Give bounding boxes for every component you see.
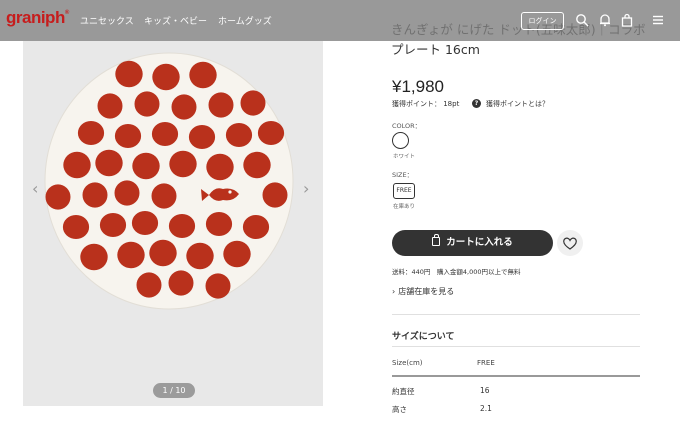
size-row-label: 高さ <box>392 405 407 414</box>
color-swatch-white[interactable] <box>392 132 409 149</box>
plate-dot <box>114 124 142 148</box>
store-stock-link[interactable]: › 店舗在庫を見る <box>392 286 454 297</box>
login-button[interactable]: ログイン <box>521 12 564 30</box>
plate-dot <box>171 94 197 120</box>
color-name: ホワイト <box>393 154 416 160</box>
plate-dot <box>95 149 123 177</box>
plate-dot <box>223 240 251 268</box>
plate-dot <box>62 215 90 239</box>
plate-dot <box>225 123 253 147</box>
plate-dot <box>149 239 177 267</box>
plate-dot <box>151 122 179 146</box>
add-to-cart-button[interactable]: カートに入れる <box>392 230 553 256</box>
add-to-cart-label: カートに入れる <box>446 237 513 248</box>
plate-dot <box>80 243 108 271</box>
plate-dot <box>45 184 71 210</box>
plate-dot <box>114 180 140 206</box>
plate-dot <box>208 92 234 118</box>
plate-dot <box>206 153 234 181</box>
nav-home-goods[interactable]: ホームグッズ <box>218 14 272 27</box>
size-column-header: Size(cm) <box>392 359 423 367</box>
next-image-arrow[interactable]: › <box>303 179 309 198</box>
nav-kids-baby[interactable]: キッズ・ベビー <box>144 14 207 27</box>
plate-dot <box>205 212 233 236</box>
plate-dot <box>243 151 271 179</box>
plate-dot <box>99 213 127 237</box>
divider <box>392 346 640 347</box>
size-row-value: 16 <box>480 386 490 395</box>
size-label: SIZE： <box>392 171 414 179</box>
plate-dot <box>117 241 145 269</box>
stock-status: 在庫あり <box>393 204 416 210</box>
size-row-value: 2.1 <box>480 404 492 413</box>
heart-icon <box>563 237 577 250</box>
plate-dot <box>132 152 160 180</box>
plate-dot <box>115 60 143 88</box>
favorite-button[interactable] <box>557 230 583 256</box>
product-gallery: ‹ › 1 / 10 <box>23 41 323 406</box>
help-icon[interactable]: ? <box>472 99 481 108</box>
table-rule <box>392 375 640 377</box>
plate-dot <box>169 150 197 178</box>
shipping-info: 送料：440円 購入金額4,000円以上で無料 <box>392 268 521 276</box>
plate-dot <box>205 273 231 299</box>
search-icon[interactable] <box>575 13 589 27</box>
size-option-free[interactable]: FREE <box>393 183 415 199</box>
plate-dot <box>257 121 285 145</box>
plate-dot <box>240 90 266 116</box>
image-counter: 1 / 10 <box>153 383 195 398</box>
plate-dot <box>262 182 288 208</box>
plate-dot <box>136 272 162 298</box>
product-price: ¥1,980 <box>392 77 444 96</box>
plate-dot <box>189 61 217 89</box>
plate-dot <box>63 151 91 179</box>
size-section-heading: サイズについて <box>392 332 455 342</box>
divider <box>392 314 640 315</box>
site-header: graniph® ユニセックス キッズ・ベビー ホームグッズ ログイン <box>0 0 680 41</box>
plate-dot <box>186 242 214 270</box>
plate-dot <box>131 211 159 235</box>
graniph-logo[interactable]: graniph® <box>6 8 69 28</box>
plate-dot <box>188 125 216 149</box>
points-info-link[interactable]: 獲得ポイントとは？ <box>486 99 549 109</box>
menu-icon[interactable] <box>651 13 665 27</box>
cart-bag-icon <box>432 234 441 246</box>
plate-dot <box>97 93 123 119</box>
plate-dot <box>152 63 180 91</box>
bell-icon[interactable] <box>598 13 612 27</box>
chevron-right-icon: › <box>392 287 396 296</box>
points-earned: 獲得ポイント： 18pt <box>392 100 460 108</box>
plate-dot <box>151 183 177 209</box>
bag-icon[interactable] <box>620 13 634 27</box>
color-label: COLOR： <box>392 122 422 130</box>
product-image <box>37 45 301 317</box>
plate-dot <box>134 91 160 117</box>
nav-unisex[interactable]: ユニセックス <box>80 14 134 27</box>
size-row-label: 約直径 <box>392 387 415 396</box>
plate-dot <box>77 121 105 145</box>
prev-image-arrow[interactable]: ‹ <box>32 179 38 198</box>
plate-dot <box>168 270 194 296</box>
plate-dot <box>242 215 270 239</box>
free-column-header: FREE <box>477 359 495 367</box>
plate-dot <box>168 214 196 238</box>
plate-dot <box>82 182 108 208</box>
